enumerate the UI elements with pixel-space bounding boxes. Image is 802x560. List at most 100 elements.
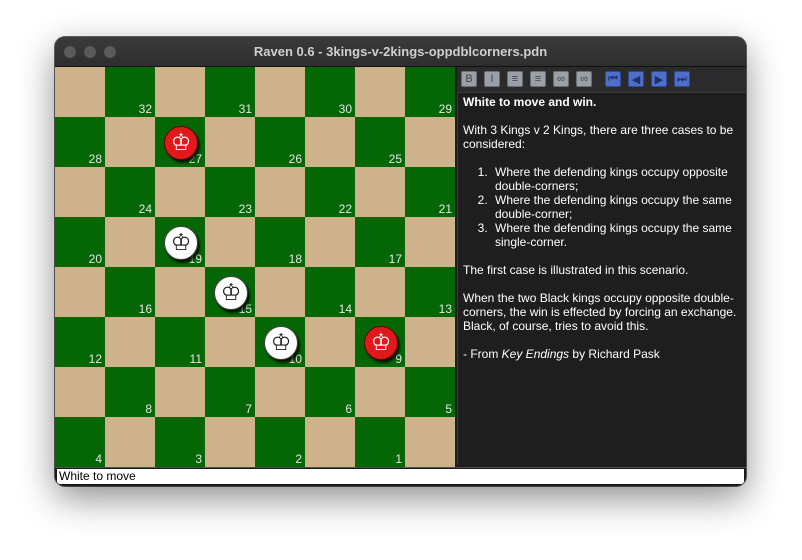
square-number: 20 <box>88 252 102 266</box>
board-square[interactable]: 5 <box>405 367 455 417</box>
case-item: Where the defending kings occupy the sam… <box>491 221 741 249</box>
board-square-light[interactable] <box>155 367 205 417</box>
board-square-light[interactable] <box>305 117 355 167</box>
square-number: 31 <box>238 102 252 116</box>
annotation-illustrated: The first case is illustrated in this sc… <box>463 263 689 277</box>
red-king-piece[interactable]: ♔ <box>164 126 198 160</box>
board-square-light[interactable] <box>355 367 405 417</box>
board-square[interactable]: 1 <box>355 417 405 467</box>
board-square-light[interactable] <box>255 267 305 317</box>
board-square-light[interactable] <box>405 417 455 467</box>
square-number: 9 <box>395 352 402 366</box>
bullet-list-icon: ≡ <box>511 73 519 85</box>
board-square-light[interactable] <box>405 117 455 167</box>
board-square-light[interactable] <box>305 217 355 267</box>
board-square-light[interactable] <box>205 117 255 167</box>
board-square[interactable]: 16 <box>105 267 155 317</box>
italic-button[interactable]: I <box>484 71 500 87</box>
previous-move-button[interactable]: ◀ <box>628 71 644 87</box>
square-number: 17 <box>388 252 402 266</box>
board-square[interactable]: 18 <box>255 217 305 267</box>
source-suffix: by Richard Pask <box>572 347 660 361</box>
board-square[interactable]: 32 <box>105 67 155 117</box>
board-square-light[interactable] <box>305 317 355 367</box>
square-number: 30 <box>338 102 352 116</box>
checkers-board[interactable]: 32 31 30 29 28 27 26 25 24 23 22 21 20 19 18 17 16 15 14 13… <box>55 67 455 467</box>
board-square[interactable]: 7 <box>205 367 255 417</box>
square-number: 21 <box>438 202 452 216</box>
board-square[interactable]: 25 <box>355 117 405 167</box>
numbered-list-icon: ≡ <box>534 73 542 85</box>
first-move-button[interactable]: ⏮ <box>605 71 621 87</box>
board-square[interactable]: 22 <box>305 167 355 217</box>
board-square-light[interactable] <box>55 367 105 417</box>
board-square[interactable]: 23 <box>205 167 255 217</box>
board-square-light[interactable] <box>355 167 405 217</box>
crown-icon: ♔ <box>370 329 392 356</box>
square-number: 32 <box>138 102 152 116</box>
board-square[interactable]: 14 <box>305 267 355 317</box>
board-square[interactable]: 30 <box>305 67 355 117</box>
board-square[interactable]: 20 <box>55 217 105 267</box>
board-square[interactable]: 24 <box>105 167 155 217</box>
board-square-light[interactable] <box>55 167 105 217</box>
square-number: 22 <box>338 202 352 216</box>
board-square-light[interactable] <box>205 417 255 467</box>
board-square-light[interactable] <box>155 67 205 117</box>
board-square[interactable]: 2 <box>255 417 305 467</box>
link-button[interactable]: ∞ <box>553 71 569 87</box>
board-square-light[interactable] <box>155 167 205 217</box>
white-king-piece[interactable]: ♔ <box>214 276 248 310</box>
square-number: 14 <box>338 302 352 316</box>
board-square-light[interactable] <box>205 317 255 367</box>
square-number: 12 <box>88 352 102 366</box>
board-square[interactable]: 31 <box>205 67 255 117</box>
board-square-light[interactable] <box>105 317 155 367</box>
board-square[interactable]: 8 <box>105 367 155 417</box>
board-square-light[interactable] <box>355 267 405 317</box>
board-square-light[interactable] <box>105 117 155 167</box>
bold-button[interactable]: B <box>461 71 477 87</box>
board-square[interactable]: 13 <box>405 267 455 317</box>
source-title: Key Endings <box>501 347 570 361</box>
bullet-list-button[interactable]: ≡ <box>507 71 523 87</box>
board-square-light[interactable] <box>105 417 155 467</box>
board-square-light[interactable] <box>205 217 255 267</box>
board-square-light[interactable] <box>155 267 205 317</box>
board-square-light[interactable] <box>405 217 455 267</box>
board-square[interactable]: 26 <box>255 117 305 167</box>
square-number: 13 <box>438 302 452 316</box>
board-square[interactable]: 3 <box>155 417 205 467</box>
board-square[interactable]: 12 <box>55 317 105 367</box>
unlink-icon: ∞ <box>580 73 588 85</box>
board-square-light[interactable] <box>405 317 455 367</box>
square-number: 25 <box>388 152 402 166</box>
board-square[interactable]: 4 <box>55 417 105 467</box>
board-square-light[interactable] <box>255 167 305 217</box>
board-square-light[interactable] <box>255 67 305 117</box>
annotation-pane[interactable]: White to move and win. With 3 Kings v 2 … <box>457 93 746 465</box>
square-number: 16 <box>138 302 152 316</box>
board-square-light[interactable] <box>55 67 105 117</box>
next-move-button[interactable]: ▶ <box>651 71 667 87</box>
board-square[interactable]: 28 <box>55 117 105 167</box>
title-bar[interactable]: Raven 0.6 - 3kings-v-2kings-oppdblcorner… <box>55 37 746 67</box>
board-square-light[interactable] <box>305 417 355 467</box>
white-king-piece[interactable]: ♔ <box>164 226 198 260</box>
last-move-button[interactable]: ⏭ <box>674 71 690 87</box>
board-square-light[interactable] <box>55 267 105 317</box>
board-square[interactable]: 17 <box>355 217 405 267</box>
board-square[interactable]: 6 <box>305 367 355 417</box>
square-number: 1 <box>395 452 402 466</box>
board-square-light[interactable] <box>355 67 405 117</box>
red-king-piece[interactable]: ♔ <box>364 326 398 360</box>
board-square-light[interactable] <box>255 367 305 417</box>
board-square[interactable]: 29 <box>405 67 455 117</box>
board-square[interactable]: 11 <box>155 317 205 367</box>
board-square-light[interactable] <box>105 217 155 267</box>
source-prefix: - From <box>463 347 499 361</box>
numbered-list-button[interactable]: ≡ <box>530 71 546 87</box>
board-square[interactable]: 21 <box>405 167 455 217</box>
unlink-button[interactable]: ∞ <box>576 71 592 87</box>
white-king-piece[interactable]: ♔ <box>264 326 298 360</box>
